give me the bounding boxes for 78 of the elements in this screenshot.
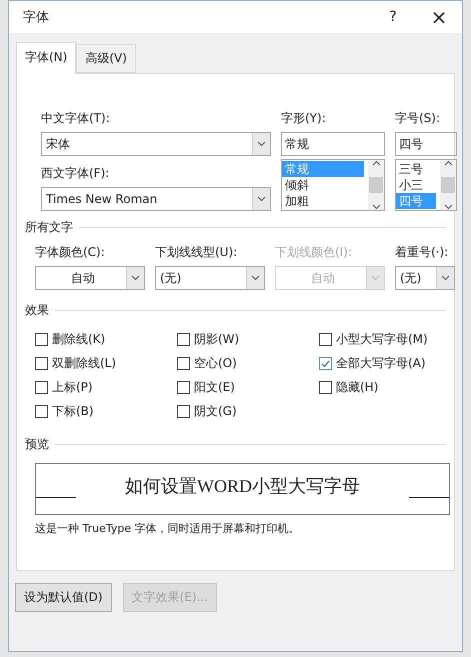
checkbox-label: 双删除线(L) bbox=[52, 355, 116, 372]
checkbox-label: 阴文(G) bbox=[194, 403, 237, 420]
checkbox[interactable]: 全部大写字母(A) bbox=[319, 355, 469, 372]
scroll-down-icon[interactable] bbox=[372, 204, 380, 210]
field-label: 下划线线型(U): bbox=[155, 244, 238, 261]
list-item[interactable]: 小三 bbox=[396, 177, 440, 193]
list-item[interactable]: 三号 bbox=[396, 161, 440, 177]
list-item[interactable]: 加粗 bbox=[282, 193, 368, 209]
checkbox-box[interactable] bbox=[177, 381, 190, 394]
checkbox-box[interactable] bbox=[319, 381, 332, 394]
checkbox-box[interactable] bbox=[177, 357, 190, 370]
tab[interactable]: 高级(V) bbox=[76, 44, 136, 73]
scroll-thumb[interactable] bbox=[369, 177, 383, 193]
checkbox-label: 小型大写字母(M) bbox=[336, 331, 428, 348]
checkbox[interactable]: 删除线(K) bbox=[35, 331, 177, 348]
checkbox-box[interactable] bbox=[35, 333, 48, 346]
checkbox[interactable]: 隐藏(H) bbox=[319, 379, 469, 396]
dropdown[interactable]: (无) bbox=[155, 266, 265, 290]
field-label: 西文字体(F): bbox=[41, 165, 110, 182]
field-label: 中文字体(T): bbox=[41, 110, 111, 127]
section-heading: 效果 bbox=[25, 302, 49, 319]
field-label: 字号(S): bbox=[395, 110, 442, 127]
check-icon bbox=[321, 360, 330, 368]
checkbox-box[interactable] bbox=[319, 357, 332, 370]
checkbox-box[interactable] bbox=[177, 405, 190, 418]
scroll-up-icon[interactable] bbox=[372, 160, 380, 166]
checkbox-box[interactable] bbox=[35, 381, 48, 394]
field-label: 字形(Y): bbox=[281, 110, 327, 127]
checkbox[interactable]: 阴影(W) bbox=[177, 331, 319, 348]
checkbox-label: 阴影(W) bbox=[194, 331, 240, 348]
checkbox[interactable]: 小型大写字母(M) bbox=[319, 331, 469, 348]
close-button[interactable]: × bbox=[416, 1, 462, 33]
checkbox-label: 删除线(K) bbox=[52, 331, 106, 348]
checkbox-box[interactable] bbox=[319, 333, 332, 346]
scroll-up-icon[interactable] bbox=[444, 160, 452, 166]
checkbox-label: 空心(O) bbox=[194, 355, 237, 372]
checkbox-label: 上标(P) bbox=[52, 379, 93, 396]
chevron-icon bbox=[251, 275, 260, 281]
dropdown[interactable]: 自动 bbox=[35, 266, 145, 290]
checkbox[interactable]: 空心(O) bbox=[177, 355, 319, 372]
checkbox-label: 隐藏(H) bbox=[336, 379, 378, 396]
checkbox-label: 下标(B) bbox=[52, 403, 94, 420]
font-dropdown[interactable]: 宋体 bbox=[41, 132, 271, 156]
checkbox-box[interactable] bbox=[177, 333, 190, 346]
chevron-icon bbox=[441, 275, 450, 281]
window-title: 字体 bbox=[23, 9, 50, 26]
field-label: 下划线颜色(I): bbox=[275, 244, 353, 261]
scrollbar[interactable] bbox=[440, 160, 456, 210]
chevron-icon bbox=[131, 275, 140, 281]
section-heading: 预览 bbox=[25, 436, 49, 453]
dropdown[interactable]: (无) bbox=[395, 266, 455, 290]
help-button[interactable]: ? bbox=[370, 1, 416, 33]
checkbox[interactable]: 双删除线(L) bbox=[35, 355, 177, 372]
checkbox[interactable]: 上标(P) bbox=[35, 379, 177, 396]
preview-text: 如何设置WORD小型大写字母 bbox=[125, 475, 360, 498]
checkbox[interactable]: 阳文(E) bbox=[177, 379, 319, 396]
section-heading: 所有文字 bbox=[25, 219, 73, 236]
checkbox-box[interactable] bbox=[35, 405, 48, 418]
tab[interactable]: 字体(N) bbox=[16, 42, 76, 74]
list-item[interactable]: 倾斜 bbox=[282, 177, 368, 193]
field-label: 着重号(·): bbox=[395, 244, 450, 261]
checkbox-label: 阳文(E) bbox=[194, 379, 235, 396]
dialog-button[interactable]: 设为默认值(D) bbox=[15, 583, 112, 612]
chevron-icon bbox=[257, 141, 266, 147]
scroll-thumb[interactable] bbox=[441, 177, 455, 193]
field-label: 字体颜色(C): bbox=[35, 244, 106, 261]
chevron-icon bbox=[257, 196, 266, 202]
checkbox[interactable]: 阴文(G) bbox=[177, 403, 319, 420]
checkbox-box[interactable] bbox=[35, 357, 48, 370]
scroll-down-icon[interactable] bbox=[444, 204, 452, 210]
font-dropdown[interactable]: Times New Roman bbox=[41, 187, 271, 211]
font-note: 这是一种 TrueType 字体，同时适用于屏幕和打印机。 bbox=[35, 521, 301, 536]
checkbox-label: 全部大写字母(A) bbox=[336, 355, 426, 372]
chevron-icon bbox=[371, 275, 380, 281]
input-field[interactable]: 四号 bbox=[395, 132, 457, 156]
input-field[interactable]: 常规 bbox=[281, 132, 385, 156]
checkbox[interactable]: 下标(B) bbox=[35, 403, 177, 420]
scrollbar[interactable] bbox=[368, 160, 384, 210]
